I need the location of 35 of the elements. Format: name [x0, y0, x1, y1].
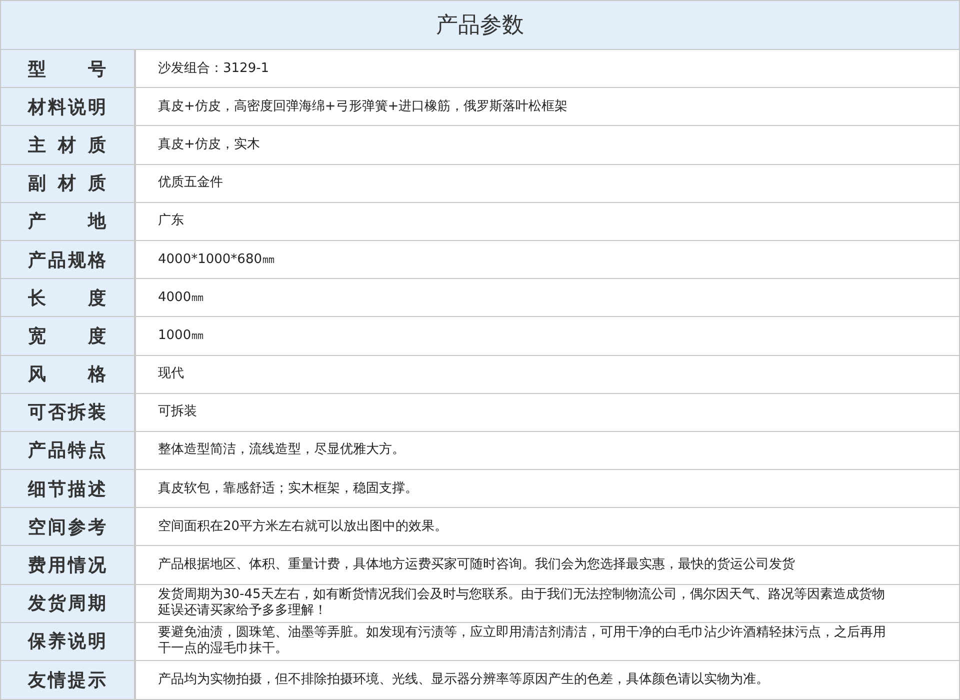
- parameter-label: 发货周期: [28, 592, 106, 616]
- parameter-label: 空间参考: [28, 516, 106, 539]
- parameter-label: 费用情况: [28, 554, 106, 578]
- parameter-label: 主材质: [28, 134, 106, 157]
- parameter-label: 副材质: [28, 172, 106, 196]
- parameter-value: 广东: [158, 213, 184, 230]
- parameter-value: 整体造型简洁，流线造型，尽显优雅大方。: [158, 442, 405, 458]
- parameter-value: 真皮+仿皮，高密度回弹海绵+弓形弹簧+进口橡筋，俄罗斯落叶松框架: [158, 98, 568, 115]
- parameter-value: 1000㎜: [158, 328, 204, 344]
- parameter-label: 保养说明: [28, 630, 106, 654]
- parameter-value: 可拆装: [158, 404, 197, 420]
- parameter-label: 材料说明: [28, 96, 106, 119]
- parameter-label: 长度: [28, 286, 106, 310]
- parameter-label: 宽度: [28, 324, 106, 348]
- parameter-label: 友情提示: [28, 669, 106, 692]
- parameter-value: 产品根据地区、体积、重量计费，具体地方运费买家可随时咨询。我们会为您选择最实惠，最快的货运公司发货: [158, 557, 795, 574]
- parameter-label: 风格: [28, 363, 106, 386]
- parameter-value: 优质五金件: [158, 175, 223, 192]
- parameter-label: 产品特点: [28, 439, 106, 462]
- table-title: 产品参数: [436, 12, 524, 40]
- parameter-label: 型号: [28, 58, 106, 81]
- parameter-value: 4000㎜: [158, 290, 204, 306]
- parameter-label: 细节描述: [28, 478, 106, 501]
- parameter-value: 沙发组合：3129-1: [158, 60, 270, 77]
- parameter-value: 产品均为实物拍摄，但不排除拍摄环境、光线、显示器分辨率等原因产生的色差，具体颜色请以实物为准。: [158, 672, 769, 688]
- parameter-value: 现代: [158, 366, 184, 382]
- parameter-label: 可否拆装: [28, 401, 106, 424]
- parameter-label: 产地: [28, 210, 106, 234]
- parameter-value: 真皮+仿皮，实木: [158, 136, 260, 153]
- parameter-value: 发货周期为30-45天左右，如有断货情况我们会及时与您联系。由于我们无法控制物流公司，偶尔因天气、路况等因素造成货物延误还请买家给予多多理解！: [158, 587, 886, 620]
- parameter-value: 4000*1000*680㎜: [158, 252, 275, 268]
- parameter-value: 真皮软包，靠感舒适；实木框架，稳固支撑。: [158, 480, 418, 497]
- parameter-value: 要避免油渍，圆珠笔、油墨等弄脏。如发现有污渍等，应立即用清洁剂清洁，可用干净的白毛巾沾少许酒精轻抹污点，之后再用干一点的湿毛巾抹干。: [158, 625, 887, 658]
- parameter-label: 产品规格: [28, 248, 106, 272]
- parameter-value: 空间面积在20平方米左右就可以放出图中的效果。: [158, 518, 448, 535]
